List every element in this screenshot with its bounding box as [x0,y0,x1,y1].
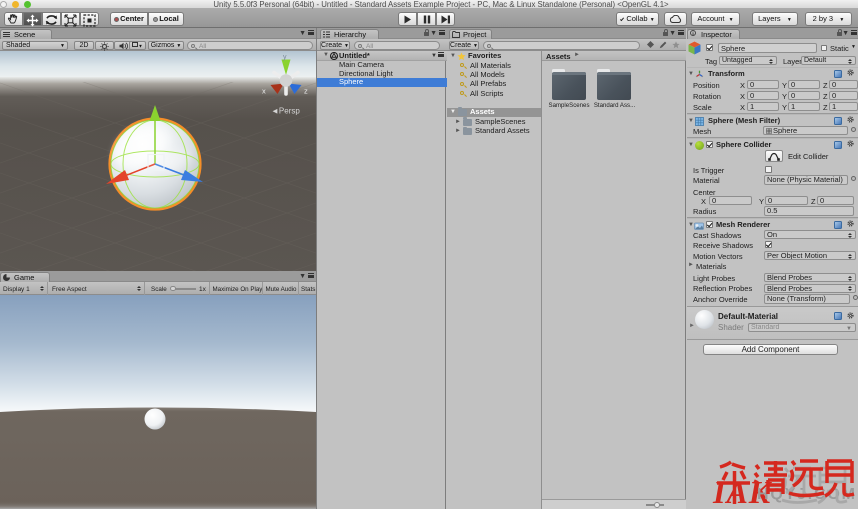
svg-text:y: y [283,54,287,61]
svg-text:◄Persp: ◄Persp [271,107,300,116]
svg-text:z: z [304,87,308,96]
svg-text:x: x [262,87,266,96]
